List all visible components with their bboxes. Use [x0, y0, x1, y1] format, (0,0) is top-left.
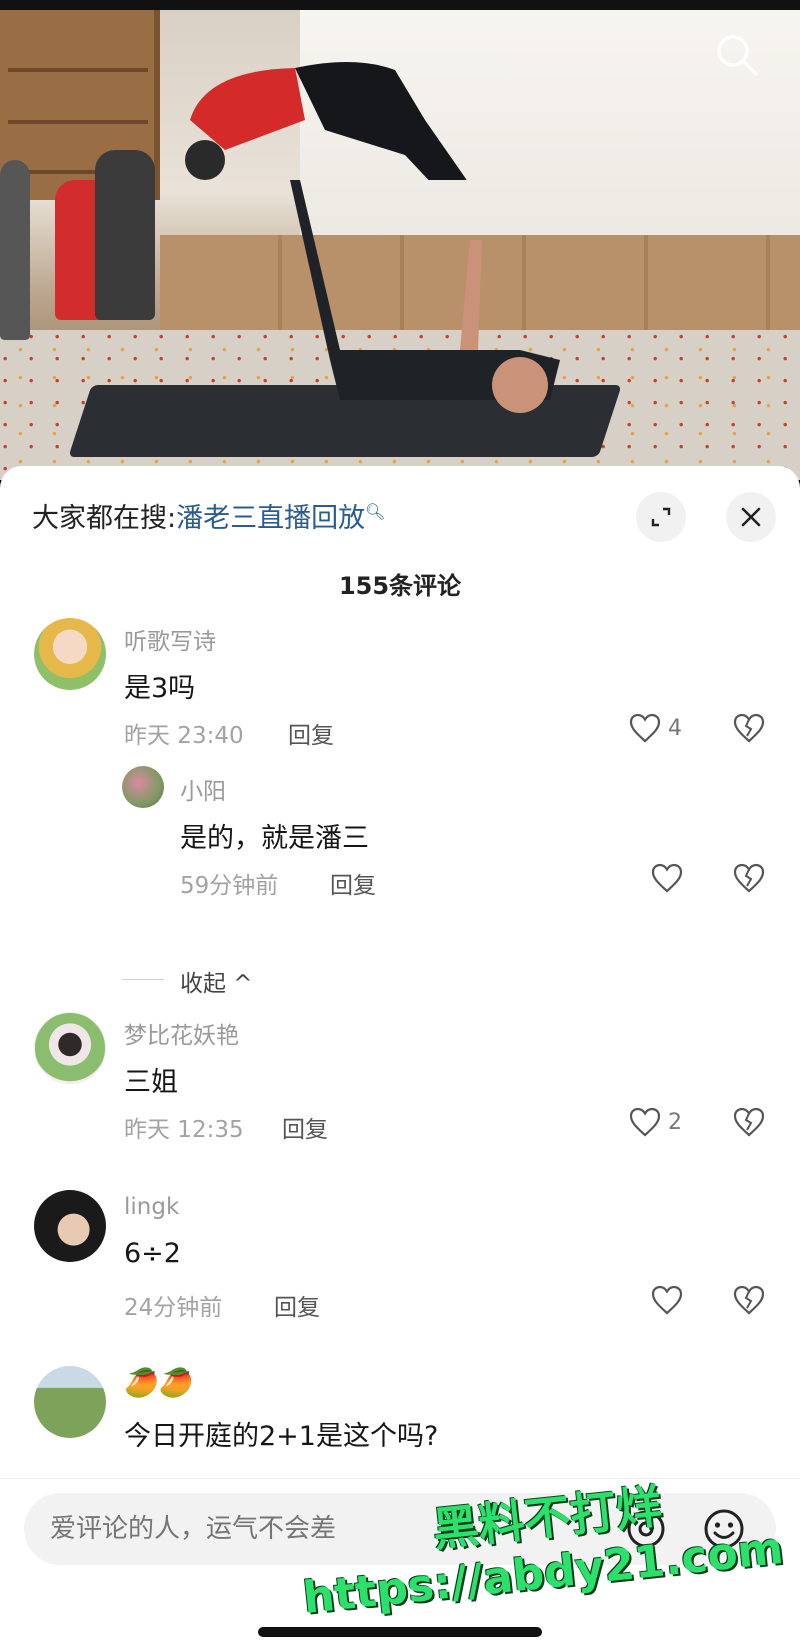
reply-button[interactable]: 回复 [288, 716, 334, 750]
trending-search-prefix: 大家都在搜: [32, 503, 177, 534]
reply-time: 59分钟前 [180, 873, 279, 899]
video-acrobat-base [250, 180, 560, 413]
collapse-divider [122, 979, 164, 980]
comment-text: 今日开庭的2+1是这个吗? [124, 1421, 439, 1452]
avatar[interactable] [34, 618, 106, 690]
heart-icon [629, 1107, 661, 1137]
like-button[interactable]: 4 [628, 712, 682, 744]
dislike-button[interactable] [732, 1106, 766, 1142]
comment-time: 昨天 23:40 [124, 723, 244, 749]
dislike-button[interactable] [732, 1284, 766, 1320]
video-acrobat-flyer [185, 61, 467, 180]
home-indicator [258, 1627, 542, 1637]
comment-time: 24分钟前 [124, 1295, 223, 1321]
comment-sheet: 大家都在搜:潘老三直播回放🔍︎ 155条评论 听歌写诗 是3吗 昨天 23:40… [0, 466, 800, 1646]
broken-heart-icon [733, 863, 765, 893]
video-spectator [95, 150, 155, 320]
video-spectator [0, 160, 30, 340]
comment-text: 是3吗 [124, 673, 196, 704]
expand-icon [651, 507, 671, 527]
like-button[interactable]: 2 [628, 1106, 682, 1138]
reply-button[interactable]: 回复 [274, 1288, 320, 1322]
comment-time: 昨天 12:35 [124, 1117, 244, 1143]
heart-icon [629, 713, 661, 743]
comment-username[interactable]: lingk [124, 1194, 179, 1220]
comment-text: 6÷2 [124, 1238, 181, 1269]
comment-username[interactable]: 听歌写诗 [124, 622, 216, 656]
avatar[interactable] [34, 1366, 106, 1438]
expand-button[interactable] [636, 492, 686, 542]
heart-icon [651, 1285, 683, 1315]
status-strip [0, 0, 800, 10]
dislike-button[interactable] [732, 712, 766, 748]
reply-button[interactable]: 回复 [330, 866, 376, 900]
search-icon [717, 35, 758, 76]
avatar[interactable] [34, 1012, 106, 1084]
reply-button[interactable]: 回复 [282, 1110, 328, 1144]
like-button[interactable] [650, 862, 684, 894]
reply-username[interactable]: 小阳 [180, 772, 226, 806]
like-button[interactable] [650, 1284, 684, 1316]
video-player[interactable] [0, 0, 800, 480]
collapse-replies-button[interactable]: 收起 ^ [180, 964, 253, 998]
close-button[interactable] [726, 492, 776, 542]
dislike-button[interactable] [732, 862, 766, 898]
like-count: 2 [668, 1109, 682, 1135]
comment-text: 三姐 [124, 1067, 178, 1098]
reply-text: 是的，就是潘三 [180, 823, 369, 854]
search-small-icon: 🔍︎ [365, 502, 386, 521]
comment-username[interactable]: 🥭🥭 [124, 1366, 194, 1399]
comment-username[interactable]: 梦比花妖艳 [124, 1016, 239, 1050]
avatar[interactable] [34, 1190, 106, 1262]
close-icon [741, 507, 761, 527]
comment-count-title: 155条评论 [338, 572, 462, 600]
broken-heart-icon [733, 1285, 765, 1315]
avatar[interactable] [122, 766, 164, 808]
broken-heart-icon [733, 1107, 765, 1137]
like-count: 4 [668, 715, 682, 741]
broken-heart-icon [733, 713, 765, 743]
trending-search-keyword[interactable]: 潘老三直播回放 [176, 503, 365, 534]
trending-search-hint[interactable]: 大家都在搜:潘老三直播回放🔍︎ [32, 496, 385, 535]
video-search-button[interactable] [712, 30, 762, 80]
heart-icon [651, 863, 683, 893]
